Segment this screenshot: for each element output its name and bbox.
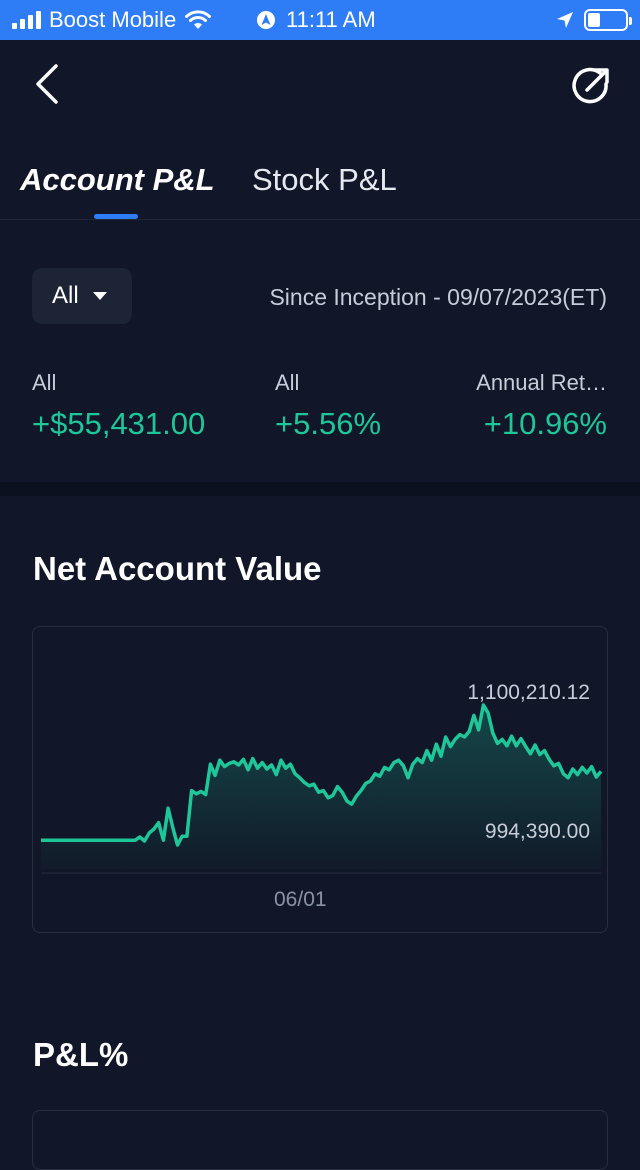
pl-percent-chart[interactable] xyxy=(32,1110,608,1170)
stat-value-pl: +$55,431.00 xyxy=(32,406,206,441)
stat-label-pl-percent: All xyxy=(275,370,300,395)
chart-x-tick-label: 06/01 xyxy=(274,888,327,911)
filter-dropdown[interactable]: All xyxy=(32,268,132,324)
status-time: 11:11 AM xyxy=(286,7,376,32)
status-center: 11:11 AM xyxy=(256,0,376,40)
navigation-app-icon xyxy=(257,11,275,29)
share-external-icon xyxy=(572,67,609,104)
filter-value: All xyxy=(52,282,79,309)
stat-label-annual-return: Annual Ret… xyxy=(476,370,607,395)
pl-tabs: Account P&L Stock P&L xyxy=(0,150,640,220)
share-button[interactable] xyxy=(570,64,614,108)
active-tab-indicator xyxy=(94,214,138,219)
status-left: Boost Mobile xyxy=(12,0,212,40)
caret-down-icon xyxy=(92,292,107,300)
stat-value-pl-percent: +5.56% xyxy=(275,406,382,441)
tab-stock-pl[interactable]: Stock P&L xyxy=(252,162,397,198)
status-bar: Boost Mobile 11:11 AM xyxy=(0,0,640,40)
stat-label-pl: All xyxy=(32,370,57,395)
carrier-name: Boost Mobile xyxy=(49,7,177,32)
signal-icon xyxy=(12,11,41,29)
chart-area-fill xyxy=(41,705,601,869)
battery-icon xyxy=(584,9,632,31)
summary-panel: All Since Inception - 09/07/2023(ET) All… xyxy=(0,220,640,482)
stat-value-annual-return: +10.96% xyxy=(483,406,607,441)
location-arrow-icon xyxy=(557,12,573,28)
net-account-value-chart[interactable]: 1,100,210.12 994,390.00 06/01 xyxy=(32,626,608,933)
back-button[interactable] xyxy=(28,62,68,106)
chevron-left-icon xyxy=(36,64,58,104)
status-right xyxy=(556,0,632,40)
wifi-icon xyxy=(185,10,212,29)
period-label: Since Inception - 09/07/2023(ET) xyxy=(269,284,607,310)
section-divider xyxy=(0,482,640,496)
pl-percent-title: P&L% xyxy=(33,1036,129,1073)
chart-min-label: 994,390.00 xyxy=(484,820,590,843)
net-account-value-title: Net Account Value xyxy=(33,550,322,587)
chart-max-label: 1,100,210.12 xyxy=(467,681,590,704)
tab-account-pl[interactable]: Account P&L xyxy=(20,162,215,198)
